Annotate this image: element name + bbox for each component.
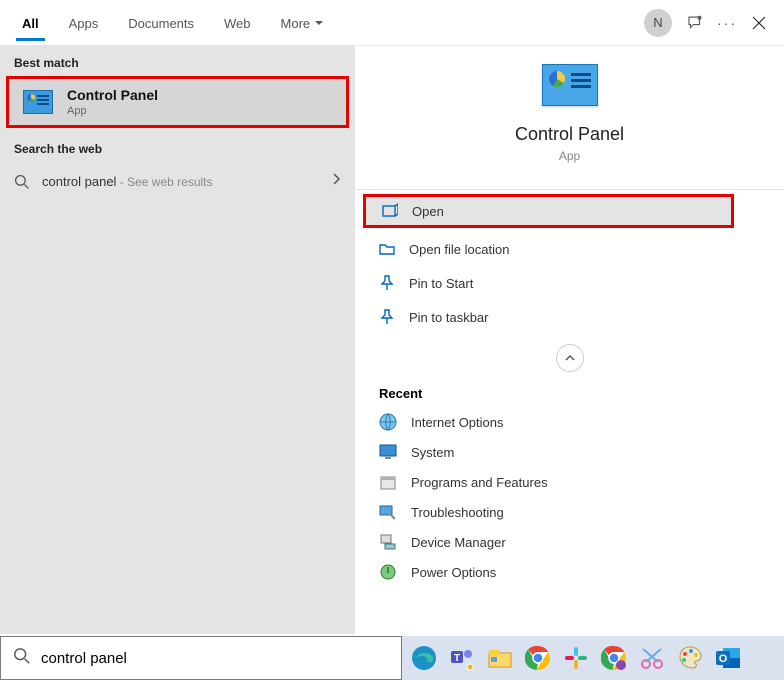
tab-apps[interactable]: Apps [55,6,113,40]
search-icon [13,647,31,670]
taskbar-explorer-icon[interactable] [484,642,516,674]
action-open-file-location-label: Open file location [409,242,509,257]
recent-item-label: Power Options [411,565,496,580]
search-web-label: Search the web [0,132,355,162]
chevron-right-icon [331,172,341,191]
web-result-row[interactable]: control panel - See web results [0,162,355,201]
action-open-file-location[interactable]: Open file location [355,232,784,266]
search-icon [14,174,30,190]
filter-tabs: All Apps Documents Web More [8,6,644,40]
recent-troubleshooting[interactable]: Troubleshooting [355,497,784,527]
recent-internet-options[interactable]: Internet Options [355,407,784,437]
recent-item-label: System [411,445,454,460]
monitor-icon [379,443,397,461]
best-match-label: Best match [0,46,355,76]
recent-item-label: Device Manager [411,535,506,550]
header-actions: N ··· [644,9,776,37]
web-result-text: control panel - See web results [42,174,319,189]
taskbar: T O [402,636,784,680]
pin-icon [379,275,395,291]
best-match-item[interactable]: Control Panel App [6,76,349,128]
recent-item-label: Programs and Features [411,475,548,490]
svg-text:T: T [454,653,460,664]
recent-item-label: Internet Options [411,415,504,430]
user-avatar[interactable]: N [644,9,672,37]
device-icon [379,533,397,551]
search-bar[interactable] [0,636,402,680]
action-open[interactable]: Open [363,194,734,228]
folder-icon [379,241,395,257]
action-pin-taskbar-label: Pin to taskbar [409,310,489,325]
action-pin-start-label: Pin to Start [409,276,473,291]
pin-icon [379,309,395,325]
control-panel-icon [23,90,53,114]
taskbar-teams-icon[interactable]: T [446,642,478,674]
taskbar-chrome2-icon[interactable] [598,642,630,674]
svg-text:O: O [719,653,728,665]
globe-icon [379,413,397,431]
taskbar-edge-icon[interactable] [408,642,440,674]
taskbar-paint-icon[interactable] [674,642,706,674]
recent-programs[interactable]: Programs and Features [355,467,784,497]
action-pin-taskbar[interactable]: Pin to taskbar [355,300,784,334]
details-subtitle: App [559,149,580,163]
wrench-icon [379,503,397,521]
tab-more[interactable]: More [267,6,339,40]
recent-label: Recent [355,372,784,407]
search-input[interactable] [41,650,389,667]
box-icon [379,473,397,491]
recent-device-manager[interactable]: Device Manager [355,527,784,557]
action-open-label: Open [412,204,444,219]
taskbar-outlook-icon[interactable]: O [712,642,744,674]
taskbar-slack-icon[interactable] [560,642,592,674]
feedback-icon[interactable] [686,14,704,32]
collapse-button[interactable] [556,344,584,372]
tab-all[interactable]: All [8,6,53,40]
taskbar-snip-icon[interactable] [636,642,668,674]
recent-system[interactable]: System [355,437,784,467]
best-match-subtitle: App [67,105,158,117]
recent-item-label: Troubleshooting [411,505,504,520]
close-icon[interactable] [750,14,768,32]
tab-web[interactable]: Web [210,6,265,40]
best-match-title: Control Panel [67,87,158,103]
left-results: Best match Control Panel App Search the … [0,46,355,634]
details-title: Control Panel [515,124,624,145]
more-options-icon[interactable]: ··· [718,14,736,32]
divider [355,189,784,190]
header-bar: All Apps Documents Web More N ··· [0,0,784,46]
main-area: Best match Control Panel App Search the … [0,46,784,634]
details-pane: Control Panel App Open Open file locatio… [355,46,784,634]
best-match-text: Control Panel App [67,87,158,117]
taskbar-chrome-icon[interactable] [522,642,554,674]
details-header: Control Panel App [355,64,784,171]
recent-power-options[interactable]: Power Options [355,557,784,587]
power-icon [379,563,397,581]
open-icon [382,203,398,219]
tab-documents[interactable]: Documents [114,6,208,40]
action-pin-start[interactable]: Pin to Start [355,266,784,300]
control-panel-large-icon [542,64,598,106]
